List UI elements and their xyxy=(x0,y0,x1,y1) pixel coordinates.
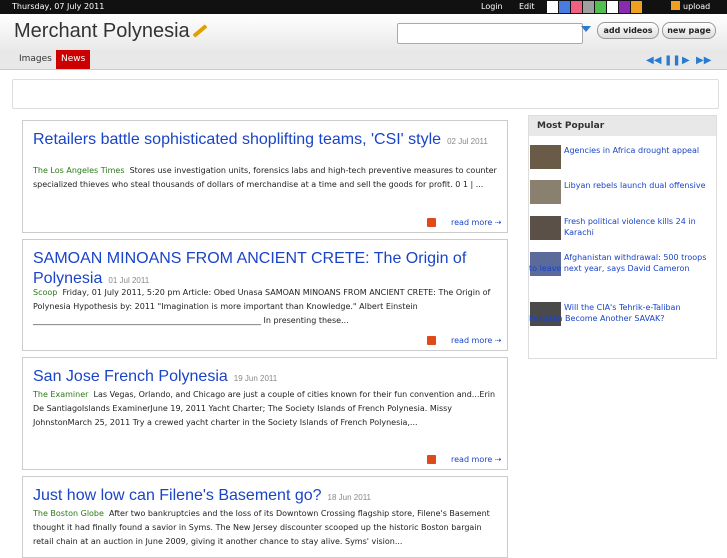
tab-news[interactable]: News xyxy=(56,50,91,69)
rss-icon[interactable] xyxy=(427,336,436,345)
popular-item-title[interactable]: Agencies in Africa drought appeal xyxy=(564,145,714,156)
popular-item-title[interactable]: Libyan rebels launch dual offensive xyxy=(564,180,714,191)
thumbnail[interactable] xyxy=(530,216,561,240)
login-link[interactable]: Login xyxy=(481,2,503,11)
article-source[interactable]: The Examiner xyxy=(33,390,88,399)
color-swatch[interactable] xyxy=(607,1,618,13)
popular-item-title[interactable]: Will the CIA's Tehrik-e-Taliban Pakistan… xyxy=(529,302,714,324)
color-swatch[interactable] xyxy=(583,1,594,13)
article-card: San Jose French Polynesia 19 Jun 2011 The… xyxy=(22,357,508,470)
article-source[interactable]: The Los Angeles Times xyxy=(33,166,125,175)
most-popular-panel: Most Popular Agencies in Africa drought … xyxy=(528,115,717,359)
color-swatch[interactable] xyxy=(547,1,558,13)
forward-icon[interactable]: ▶▶ xyxy=(696,55,711,66)
article-card: SAMOAN MINOANS FROM ANCIENT CRETE: The O… xyxy=(22,239,508,351)
article-card: Just how low can Filene's Basement go? 18… xyxy=(22,476,508,558)
color-swatch[interactable] xyxy=(595,1,606,13)
article-title[interactable]: San Jose French Polynesia xyxy=(33,368,228,385)
read-more-link[interactable]: read more ⇢ xyxy=(451,336,502,345)
article-date: 01 Jul 2011 xyxy=(108,276,150,285)
most-popular-heading: Most Popular xyxy=(529,116,716,136)
tab-images[interactable]: Images xyxy=(14,50,57,69)
color-swatch[interactable] xyxy=(631,1,642,13)
popular-item[interactable]: Afghanistan withdrawal: 500 troops to le… xyxy=(529,252,716,288)
search-input[interactable] xyxy=(397,23,583,44)
add-videos-button[interactable]: add videos xyxy=(597,22,659,39)
article-date: 18 Jun 2011 xyxy=(327,493,371,502)
rss-icon[interactable] xyxy=(427,455,436,464)
upload-button[interactable]: upload xyxy=(671,1,710,11)
article-date: 02 Jul 2011 xyxy=(447,137,488,146)
article-snippet: Friday, 01 July 2011, 5:20 pm Article: O… xyxy=(33,288,491,325)
rss-icon[interactable] xyxy=(427,218,436,227)
article-source[interactable]: The Boston Globe xyxy=(33,509,104,518)
popular-item-title[interactable]: Fresh political violence kills 24 in Kar… xyxy=(564,216,714,238)
site-logo[interactable]: Merchant Polynesia xyxy=(14,20,208,43)
article-snippet: Las Vegas, Orlando, and Chicago are just… xyxy=(33,390,496,427)
read-more-label: read more xyxy=(451,455,493,464)
thumbnail[interactable] xyxy=(530,145,561,169)
color-swatch[interactable] xyxy=(571,1,582,13)
current-date: Thursday, 07 July 2011 xyxy=(12,2,105,11)
nav-bar: Images News xyxy=(0,50,727,70)
article-date: 19 Jun 2011 xyxy=(233,374,278,383)
read-more-link[interactable]: read more ⇢ xyxy=(451,455,502,464)
play-icon[interactable]: ▶ xyxy=(682,55,690,66)
article-source[interactable]: Scoop xyxy=(33,288,57,297)
banner-area xyxy=(12,79,719,109)
color-swatch[interactable] xyxy=(559,1,570,13)
article-card: Retailers battle sophisticated shoplifti… xyxy=(22,120,508,233)
new-page-button[interactable]: new page xyxy=(662,22,716,39)
edit-link[interactable]: Edit xyxy=(519,2,535,11)
popular-item[interactable]: Fresh political violence kills 24 in Kar… xyxy=(529,216,716,242)
article-title[interactable]: Retailers battle sophisticated shoplifti… xyxy=(33,131,441,148)
top-bar: Thursday, 07 July 2011 Login Edit upload xyxy=(0,0,727,14)
pencil-icon xyxy=(192,24,208,38)
popular-item[interactable]: Will the CIA's Tehrik-e-Taliban Pakistan… xyxy=(529,302,716,338)
article-title[interactable]: Just how low can Filene's Basement go? xyxy=(33,487,322,504)
popular-item[interactable]: Agencies in Africa drought appeal xyxy=(529,145,716,171)
pause-icon[interactable]: ❚❚ xyxy=(664,55,681,66)
read-more-label: read more xyxy=(451,336,493,345)
read-more-link[interactable]: read more ⇢ xyxy=(451,218,502,227)
rewind-icon[interactable]: ◀◀ xyxy=(646,55,661,66)
dropdown-arrow-icon[interactable] xyxy=(581,26,591,32)
article-title[interactable]: SAMOAN MINOANS FROM ANCIENT CRETE: The O… xyxy=(33,250,466,287)
color-swatch[interactable] xyxy=(619,1,630,13)
popular-item[interactable]: Libyan rebels launch dual offensive xyxy=(529,180,716,206)
popular-item-title[interactable]: Afghanistan withdrawal: 500 troops to le… xyxy=(529,252,714,274)
upload-icon xyxy=(671,1,680,10)
upload-label: upload xyxy=(683,2,711,11)
thumbnail[interactable] xyxy=(530,180,561,204)
read-more-label: read more xyxy=(451,218,493,227)
site-title: Merchant Polynesia xyxy=(14,20,190,42)
